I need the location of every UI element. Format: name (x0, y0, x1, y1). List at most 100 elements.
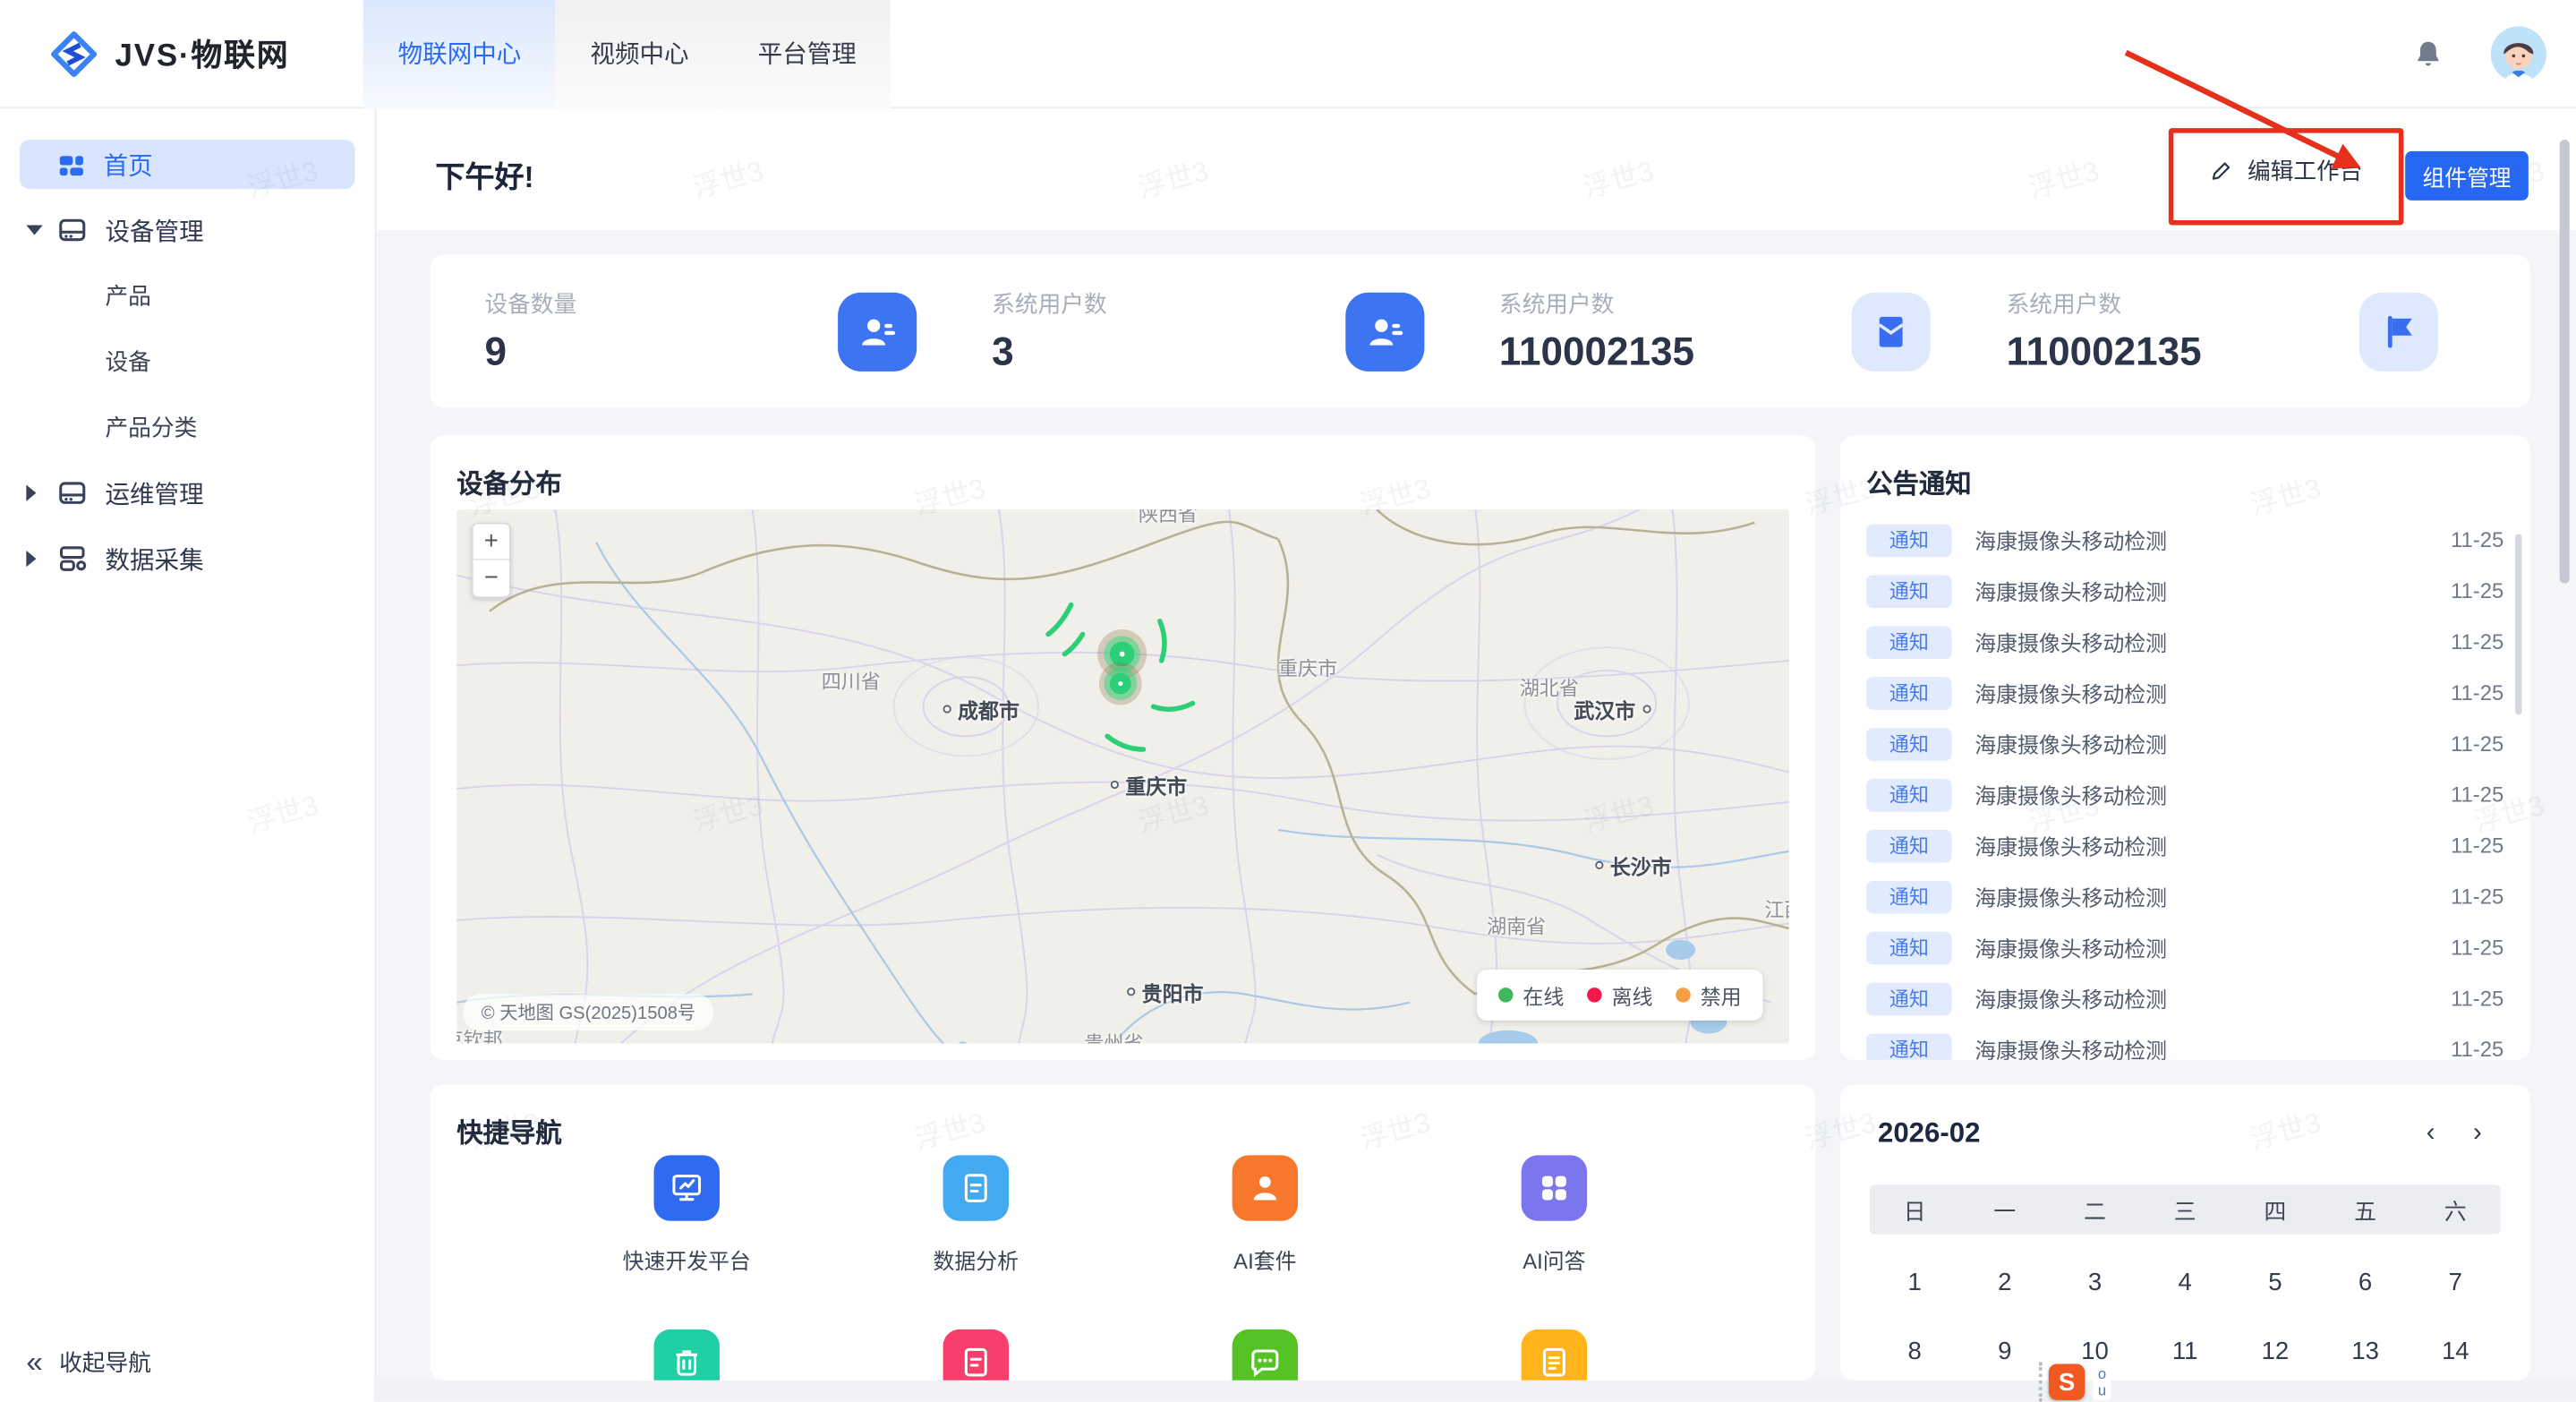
app-logo: JVS·物联网 (0, 29, 363, 78)
notice-row[interactable]: 通知 海康摄像头移动检测 11-25 (1840, 616, 2530, 667)
map-zoom-out-button[interactable]: − (473, 560, 509, 596)
notice-date: 11-25 (2451, 680, 2503, 705)
notice-row[interactable]: 通知 海康摄像头移动检测 11-25 (1840, 515, 2530, 566)
quicknav-item[interactable] (588, 1329, 785, 1381)
top-tab[interactable]: 视频中心 (556, 0, 723, 107)
notice-row[interactable]: 通知 海康摄像头移动检测 11-25 (1840, 718, 2530, 769)
calendar-day[interactable]: 7 (2410, 1268, 2501, 1295)
quicknav-item[interactable] (877, 1329, 1074, 1381)
map-label: 江西省 (1764, 895, 1789, 923)
map-zoom-in-button[interactable]: + (473, 525, 509, 560)
ime-indicator[interactable]: S o u (2039, 1363, 2111, 1402)
map-label: 陕西省 (1139, 509, 1198, 527)
notice-row[interactable]: 通知 海康摄像头移动检测 11-25 (1840, 667, 2530, 718)
quicknav-item[interactable] (1166, 1329, 1363, 1381)
calendar-next-button[interactable]: › (2458, 1114, 2497, 1153)
calendar-week-1: 1234567 (1870, 1257, 2501, 1306)
calendar-weekdays: 日一二三四五六 (1870, 1184, 2501, 1234)
legend-item: 离线 (1587, 979, 1652, 1011)
quicknav-label: AI套件 (1233, 1244, 1296, 1275)
sidebar-item-label: 运维管理 (105, 475, 203, 510)
calendar-day[interactable]: 6 (2320, 1268, 2410, 1295)
quicknav-item[interactable]: AI问答 (1455, 1155, 1652, 1275)
edit-workbench-button[interactable]: 编辑工作台 (2210, 155, 2363, 188)
sidebar-item[interactable]: 设备管理 (0, 197, 374, 262)
notice-row[interactable]: 通知 海康摄像头移动检测 11-25 (1840, 565, 2530, 616)
quicknav-icon (943, 1329, 1009, 1381)
calendar-title: 2026-02 (1878, 1117, 2411, 1150)
notice-row[interactable]: 通知 海康摄像头移动检测 11-25 (1840, 973, 2530, 1024)
stat-item: 系统用户数 3 (992, 255, 1499, 408)
stat-label: 系统用户数 (2007, 286, 2202, 320)
stat-icon (1344, 292, 1423, 371)
city-marker-dot (1642, 705, 1651, 713)
sidebar-item[interactable]: 运维管理 (0, 460, 374, 526)
calendar-prev-button[interactable]: ‹ (2411, 1114, 2451, 1153)
component-manage-button[interactable]: 组件管理 (2405, 151, 2529, 201)
notice-text: 海康摄像头移动检测 (1975, 830, 2451, 861)
city-marker-dot (943, 705, 951, 713)
calendar-day[interactable]: 4 (2140, 1268, 2231, 1295)
user-avatar[interactable] (2491, 25, 2546, 81)
weekday-label: 一 (1959, 1193, 2050, 1227)
notice-text: 海康摄像头移动检测 (1975, 779, 2451, 810)
stat-item: 系统用户数 110002135 (2007, 255, 2514, 408)
calendar-day[interactable]: 9 (1959, 1337, 2050, 1364)
stat-value: 9 (484, 329, 576, 375)
top-tab[interactable]: 物联网中心 (363, 0, 556, 107)
quicknav-item[interactable]: 快速开发平台 (588, 1155, 785, 1275)
sidebar-item-label: 数据采集 (105, 542, 203, 577)
quicknav-icon (654, 1329, 720, 1381)
notice-row[interactable]: 通知 海康摄像头移动检测 11-25 (1840, 1024, 2530, 1060)
stat-icon (1852, 292, 1931, 371)
quicknav-title: 快捷导航 (456, 1111, 1789, 1150)
main-content: 下午好! 编辑工作台 组件管理 设备数量 9 系统用户数 3 (376, 108, 2576, 1402)
sidebar-item[interactable]: 设备 (0, 329, 374, 394)
quicknav-item[interactable]: 数据分析 (877, 1155, 1074, 1275)
map-label: 重庆市 (1111, 769, 1187, 800)
notice-row[interactable]: 通知 海康摄像头移动检测 11-25 (1840, 922, 2530, 973)
quicknav-label: AI问答 (1523, 1244, 1585, 1275)
sidebar: 首页 设备管理 产品 设备 产品分类 (0, 108, 376, 1402)
collapse-nav-button[interactable]: « 收起导航 (26, 1346, 151, 1379)
legend-item: 在线 (1498, 979, 1564, 1011)
calendar-day[interactable]: 8 (1870, 1337, 1960, 1364)
notice-row[interactable]: 通知 海康摄像头移动检测 11-25 (1840, 871, 2530, 922)
stat-value: 110002135 (2007, 329, 2202, 375)
calendar-day[interactable]: 11 (2140, 1337, 2231, 1364)
sidebar-item[interactable]: 首页 (20, 140, 354, 189)
calendar-day[interactable]: 13 (2320, 1337, 2410, 1364)
sidebar-item[interactable]: 数据采集 (0, 526, 374, 591)
notices-scrollbar[interactable] (2515, 534, 2521, 715)
ime-letter: o (2098, 1365, 2106, 1381)
calendar-day[interactable]: 5 (2231, 1268, 2321, 1295)
sidebar-item[interactable]: 产品分类 (0, 395, 374, 460)
calendar-day[interactable]: 1 (1870, 1268, 1960, 1295)
caret-icon (26, 484, 55, 500)
calendar-day[interactable]: 3 (2050, 1268, 2140, 1295)
notice-text: 海康摄像头移动检测 (1975, 983, 2451, 1014)
city-marker-dot (1127, 987, 1135, 996)
map-viewport[interactable]: 陕西省四川省成都市重庆市湖北省武汉市重庆市长沙市湖南省江西省贵阳市贵州省克钦邦 … (456, 509, 1789, 1044)
quicknav-item[interactable]: AI套件 (1166, 1155, 1363, 1275)
calendar-day[interactable]: 10 (2050, 1337, 2140, 1364)
notice-badge: 通知 (1866, 524, 1951, 557)
map-label: 贵阳市 (1127, 976, 1203, 1007)
notification-bell-icon[interactable] (2412, 37, 2445, 70)
calendar-day[interactable]: 12 (2231, 1337, 2321, 1364)
notice-row[interactable]: 通知 海康摄像头移动检测 11-25 (1840, 820, 2530, 871)
notice-row[interactable]: 通知 海康摄像头移动检测 11-25 (1840, 769, 2530, 820)
quicknav-label: 快速开发平台 (623, 1244, 751, 1275)
sidebar-item-label: 设备 (105, 345, 150, 378)
stat-label: 系统用户数 (992, 286, 1106, 320)
stat-value: 3 (992, 329, 1106, 375)
page-scrollbar[interactable] (2560, 140, 2570, 584)
quicknav-icon (1522, 1155, 1587, 1220)
calendar-day[interactable]: 14 (2410, 1337, 2501, 1364)
quicknav-item[interactable] (1455, 1329, 1652, 1381)
calendar-day[interactable]: 2 (1959, 1268, 2050, 1295)
sidebar-item[interactable]: 产品 (0, 263, 374, 329)
weekday-label: 日 (1870, 1193, 1960, 1227)
map-title: 设备分布 (456, 462, 1789, 501)
top-tab[interactable]: 平台管理 (723, 0, 891, 107)
